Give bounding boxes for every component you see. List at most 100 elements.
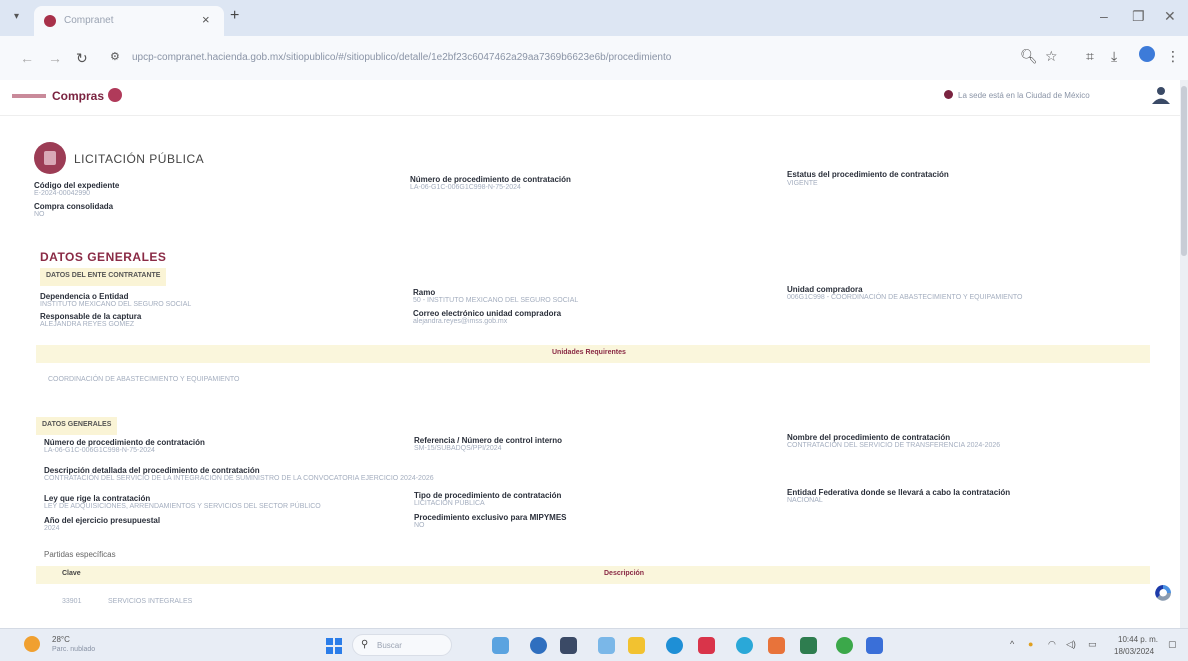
unidad-requirente-value: COORDINACIÓN DE ABASTECIMIENTO Y EQUIPAM…: [48, 376, 240, 383]
dependencia-label: Dependencia o Entidad: [40, 292, 129, 301]
page-scrollbar[interactable]: [1180, 80, 1188, 628]
media-app-icon[interactable]: [698, 637, 715, 654]
os-taskbar: 28°C Parc. nublado ⚲ Buscar ^ ● ◠ ◁) ▭ 1…: [0, 628, 1188, 661]
gen-numero-label: Número de procedimiento de contratación: [44, 438, 205, 447]
minimize-button[interactable]: –: [1100, 8, 1108, 24]
tipo-procedimiento-value: LICITACIÓN PÚBLICA: [414, 500, 485, 507]
descripcion-value: CONTRATACIÓN DEL SERVICIO DE LA INTEGRAC…: [44, 475, 434, 482]
file-explorer-icon[interactable]: [628, 637, 645, 654]
clock-date[interactable]: 18/03/2024: [1114, 647, 1154, 656]
taskbar-search[interactable]: ⚲ Buscar: [352, 634, 452, 656]
volume-icon[interactable]: ◁): [1066, 639, 1076, 650]
document-emblem-icon: [34, 142, 66, 174]
browser-tabbar: ▾ Compranet × + – ❐ ✕: [0, 0, 1188, 36]
datos-generales-title: DATOS GENERALES: [40, 250, 167, 264]
menu-kebab-icon[interactable]: ⋮: [1166, 48, 1180, 65]
unidad-compradora-value: 006G1C998 - COORDINACIÓN DE ABASTECIMIEN…: [787, 294, 1023, 301]
wifi-icon[interactable]: ◠: [1048, 639, 1056, 650]
windows-start-icon[interactable]: [326, 638, 342, 654]
search-icon: ⚲: [361, 639, 369, 650]
zoom-icon[interactable]: 🔍︎: [1020, 48, 1038, 65]
tab-list-chevron-icon[interactable]: ▾: [14, 11, 19, 22]
ley-label: Ley que rige la contratación: [44, 494, 151, 503]
government-logo: [12, 94, 46, 98]
tray-chevron-up-icon[interactable]: ^: [1010, 639, 1014, 649]
clock-time[interactable]: 10:44 p. m.: [1118, 635, 1158, 644]
tab-close-icon[interactable]: ×: [202, 12, 210, 27]
cast-icon[interactable]: ⌗: [1086, 48, 1094, 65]
chart-app-icon[interactable]: [560, 637, 577, 654]
tray-app-icon[interactable]: ●: [1028, 639, 1033, 649]
restore-button[interactable]: ❐: [1132, 8, 1145, 25]
back-arrow-icon[interactable]: ←: [20, 50, 34, 66]
profile-avatar[interactable]: [1139, 46, 1155, 62]
teams-app-icon[interactable]: [530, 637, 547, 654]
referencia-value: SM-15/SUBADQS/PPI/2024: [414, 445, 502, 452]
user-icon[interactable]: [1150, 84, 1172, 106]
address-bar[interactable]: ⚙ upcp-compranet.hacienda.gob.mx/sitiopu…: [100, 44, 1000, 72]
anio-ejercicio-value: 2024: [44, 525, 60, 532]
estatus-value: VIGENTE: [787, 180, 818, 187]
bookmark-star-icon[interactable]: ☆: [1045, 48, 1058, 65]
weather-sun-icon[interactable]: [24, 636, 40, 652]
edge-browser-icon[interactable]: [666, 637, 683, 654]
favicon-icon: [44, 15, 56, 27]
notifications-icon[interactable]: ▢: [1168, 639, 1177, 650]
ramo-value: 50 - INSTITUTO MEXICANO DEL SEGURO SOCIA…: [413, 297, 579, 304]
referencia-label: Referencia / Número de control interno: [414, 436, 563, 445]
forward-arrow-icon[interactable]: →: [48, 50, 62, 66]
recaptcha-icon[interactable]: [1152, 582, 1174, 604]
new-tab-plus-icon[interactable]: +: [230, 7, 239, 25]
green-app-icon[interactable]: [836, 637, 853, 654]
nombre-procedimiento-value: CONTRATACIÓN DEL SERVICIO DE TRANSFERENC…: [787, 442, 1001, 449]
ramo-label: Ramo: [413, 288, 436, 297]
site-info-icon[interactable]: ⚙: [110, 50, 120, 63]
excel-app-icon[interactable]: [800, 637, 817, 654]
location-pin-icon: [944, 90, 953, 99]
expediente-value: E-2024-00042990: [34, 190, 91, 197]
expediente-label: Código del expediente: [34, 181, 120, 190]
site-header: Compras La sede está en la Ciudad de Méx…: [0, 80, 1180, 116]
procedure-type-title: LICITACIÓN PÚBLICA: [74, 152, 205, 166]
ley-value: LEY DE ADQUISICIONES, ARRENDAMIENTOS Y S…: [44, 503, 321, 510]
download-icon[interactable]: ⤓: [1111, 48, 1117, 65]
site-logo[interactable]: Compras: [52, 89, 104, 103]
ente-contratante-header: DATOS DEL ENTE CONTRATANTE: [40, 268, 167, 286]
weather-desc: Parc. nublado: [52, 646, 96, 653]
dependencia-value: INSTITUTO MEXICANO DEL SEGURO SOCIAL: [40, 301, 192, 308]
descripcion-label: Descripción detallada del procedimiento …: [44, 466, 260, 475]
nombre-procedimiento-label: Nombre del procedimiento de contratación: [787, 433, 951, 442]
entidad-federativa-label: Entidad Federativa donde se llevará a ca…: [787, 488, 1011, 497]
clave-column-header: Clave: [62, 570, 81, 577]
correo-label: Correo electrónico unidad compradora: [413, 309, 562, 318]
web-page: Compras La sede está en la Ciudad de Méx…: [0, 80, 1180, 628]
logo-badge-icon: [108, 88, 122, 102]
reload-icon[interactable]: ↻: [76, 50, 88, 67]
mipymes-value: NO: [414, 522, 425, 529]
estatus-label: Estatus del procedimiento de contratació…: [787, 170, 949, 179]
responsable-value: ALEJANDRA REYES GOMEZ: [40, 321, 135, 328]
partida-descripcion-cell: SERVICIOS INTEGRALES: [108, 598, 193, 605]
widgets-app-icon[interactable]: [492, 637, 509, 654]
security-app-icon[interactable]: [866, 637, 883, 654]
partidas-table-header: Clave Descripción: [36, 566, 1150, 584]
entidad-federativa-value: NACIONAL: [787, 497, 823, 504]
browser-tab[interactable]: Compranet ×: [34, 6, 224, 36]
unidades-requirentes-title: Unidades Requirentes: [552, 349, 626, 356]
datos-generales-subheader: DATOS GENERALES: [36, 417, 118, 435]
partida-clave-cell: 33901: [62, 598, 82, 605]
search-placeholder: Buscar: [377, 641, 402, 650]
store-app-icon[interactable]: [598, 637, 615, 654]
chrome-browser-icon[interactable]: [736, 637, 753, 654]
close-window-button[interactable]: ✕: [1164, 8, 1176, 25]
compra-consolidada-label: Compra consolidada: [34, 202, 114, 211]
correo-value: alejandra.reyes@imss.gob.mx: [413, 318, 508, 325]
location-text: La sede está en la Ciudad de México: [958, 91, 1090, 100]
anio-ejercicio-label: Año del ejercicio presupuestal: [44, 516, 161, 525]
descripcion-column-header: Descripción: [604, 570, 645, 577]
numero-procedimiento-label: Número de procedimiento de contratación: [410, 175, 571, 184]
battery-icon[interactable]: ▭: [1088, 639, 1097, 650]
weather-temp: 28°C: [52, 635, 70, 644]
scrollbar-thumb[interactable]: [1181, 86, 1187, 256]
office-app-icon[interactable]: [768, 637, 785, 654]
